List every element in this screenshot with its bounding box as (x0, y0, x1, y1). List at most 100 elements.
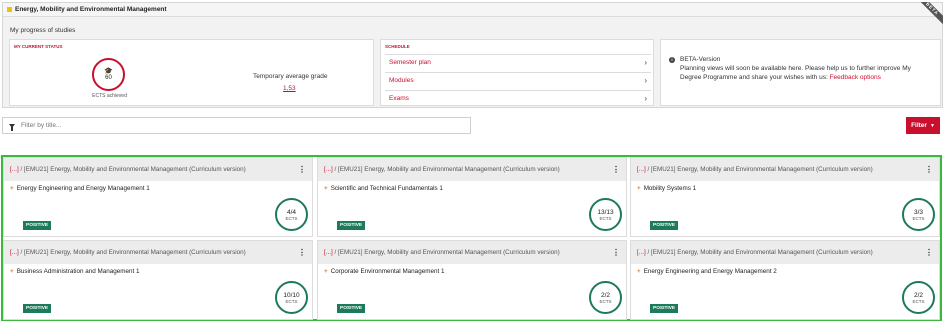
module-card[interactable]: [...] / [EMU21] Energy, Mobility and Env… (317, 157, 627, 237)
status-badge: POSITIVE (337, 304, 366, 313)
average-grade-link[interactable]: 1,53 (283, 85, 296, 92)
filter-button[interactable]: Filter ▼ (906, 117, 940, 134)
module-card-header: [...] / [EMU21] Energy, Mobility and Env… (631, 241, 939, 264)
module-curriculum: / [EMU21] Energy, Mobility and Environme… (332, 166, 560, 173)
module-path: [...] / [EMU21] Energy, Mobility and Env… (637, 166, 873, 173)
module-ects-ring: 2/2 ECTS (589, 281, 622, 314)
more-options-icon[interactable]: ⋮ (612, 248, 620, 257)
module-curriculum: / [EMU21] Energy, Mobility and Environme… (645, 249, 873, 256)
module-path-expand-link[interactable]: [...] (324, 249, 333, 256)
module-card[interactable]: [...] / [EMU21] Energy, Mobility and Env… (3, 157, 313, 237)
ects-achieved-value: 60 (105, 75, 112, 81)
graduation-cap-icon: 🎓 (104, 68, 113, 75)
status-badge: POSITIVE (650, 304, 679, 313)
module-card[interactable]: [...] / [EMU21] Energy, Mobility and Env… (630, 157, 940, 237)
more-options-icon[interactable]: ⋮ (298, 248, 306, 257)
module-title: + Mobility Systems 1 (637, 185, 696, 192)
module-path: [...] / [EMU21] Energy, Mobility and Env… (324, 249, 560, 256)
schedule-link-exams[interactable]: Exams › (385, 90, 651, 105)
plus-icon: + (324, 268, 328, 275)
module-title: + Business Administration and Management … (10, 268, 140, 275)
module-path: [...] / [EMU21] Energy, Mobility and Env… (10, 166, 246, 173)
module-path-expand-link[interactable]: [...] (10, 166, 19, 173)
filter-funnel-icon (9, 123, 15, 131)
more-options-icon[interactable]: ⋮ (925, 165, 933, 174)
more-options-icon[interactable]: ⋮ (612, 165, 620, 174)
filter-by-title-input[interactable] (21, 122, 421, 129)
caret-down-icon: ▼ (929, 122, 935, 129)
plus-icon: + (637, 185, 641, 192)
module-path-expand-link[interactable]: [...] (324, 166, 333, 173)
schedule-link-modules[interactable]: Modules › (385, 72, 651, 87)
ects-achieved-caption: ECTS achieved (92, 93, 127, 99)
module-card-header: [...] / [EMU21] Energy, Mobility and Env… (318, 241, 626, 264)
module-name: Energy Engineering and Energy Management… (643, 268, 777, 275)
panel-title-bar: Energy, Mobility and Environmental Manag… (3, 3, 942, 17)
chevron-right-icon: › (644, 93, 647, 103)
beta-ribbon: BETA (919, 2, 943, 26)
info-title: BETA-Version (680, 56, 721, 63)
module-name: Mobility Systems 1 (643, 185, 697, 192)
module-card[interactable]: [...] / [EMU21] Energy, Mobility and Env… (3, 240, 313, 320)
module-card[interactable]: [...] / [EMU21] Energy, Mobility and Env… (630, 240, 940, 320)
info-text: Planning views will soon be available he… (680, 65, 920, 82)
module-curriculum: / [EMU21] Energy, Mobility and Environme… (18, 166, 246, 173)
module-path-expand-link[interactable]: [...] (637, 166, 646, 173)
module-ects-ring: 10/10 ECTS (275, 281, 308, 314)
module-title: + Corporate Environmental Management 1 (324, 268, 444, 275)
schedule-link-semester-plan[interactable]: Semester plan › (385, 54, 651, 69)
module-ects-unit: ECTS (912, 215, 925, 221)
plus-icon: + (10, 185, 14, 192)
module-card-header: [...] / [EMU21] Energy, Mobility and Env… (4, 158, 312, 181)
status-badge: POSITIVE (337, 221, 366, 230)
more-options-icon[interactable]: ⋮ (925, 248, 933, 257)
schedule-link-label: Modules (389, 76, 414, 84)
module-ects-value: 2/2 (600, 291, 611, 299)
module-path-expand-link[interactable]: [...] (637, 249, 646, 256)
progress-heading: My progress of studies (10, 27, 76, 34)
module-curriculum: / [EMU21] Energy, Mobility and Environme… (645, 166, 873, 173)
more-options-icon[interactable]: ⋮ (298, 165, 306, 174)
module-ects-unit: ECTS (912, 298, 925, 304)
info-icon: i (669, 57, 675, 63)
module-path: [...] / [EMU21] Energy, Mobility and Env… (324, 166, 560, 173)
beta-info-card: i BETA-Version Planning views will soon … (660, 39, 941, 106)
schedule-link-label: Semester plan (389, 58, 431, 66)
module-card-header: [...] / [EMU21] Energy, Mobility and Env… (631, 158, 939, 181)
module-ects-unit: ECTS (599, 215, 612, 221)
module-ects-unit: ECTS (285, 215, 298, 221)
module-name: Business Administration and Management 1 (16, 268, 140, 275)
module-card-header: [...] / [EMU21] Energy, Mobility and Env… (4, 241, 312, 264)
module-ects-unit: ECTS (285, 298, 298, 304)
status-section-label: MY CURRENT STATUS (14, 44, 63, 49)
feedback-options-link[interactable]: Feedback options (830, 74, 881, 81)
plus-icon: + (637, 268, 641, 275)
module-title: + Energy Engineering and Energy Managemen… (637, 268, 777, 275)
module-ects-unit: ECTS (599, 298, 612, 304)
module-path-expand-link[interactable]: [...] (10, 249, 19, 256)
title-filter[interactable] (2, 117, 471, 134)
module-path: [...] / [EMU21] Energy, Mobility and Env… (10, 249, 246, 256)
status-badge: POSITIVE (650, 221, 679, 230)
ects-achieved-ring: 🎓 60 (92, 58, 125, 91)
module-name: Scientific and Technical Fundamentals 1 (330, 185, 443, 192)
module-ects-value: 4/4 (286, 208, 297, 216)
average-grade-label: Temporary average grade (253, 73, 328, 80)
plus-icon: + (10, 268, 14, 275)
module-ects-ring: 13/13 ECTS (589, 198, 622, 231)
schedule-link-label: Exams (389, 94, 409, 102)
module-title: + Scientific and Technical Fundamentals 1 (324, 185, 443, 192)
panel-marker-icon (7, 7, 12, 12)
beta-label: BETA (919, 2, 943, 26)
studies-overview-panel: Energy, Mobility and Environmental Manag… (2, 2, 943, 108)
module-path: [...] / [EMU21] Energy, Mobility and Env… (637, 249, 873, 256)
current-status-card: MY CURRENT STATUS 🎓 60 ECTS achieved Tem… (9, 39, 374, 106)
filter-button-label: Filter (911, 122, 927, 129)
chevron-right-icon: › (644, 57, 647, 67)
module-ects-value: 13/13 (597, 208, 614, 216)
chevron-right-icon: › (644, 75, 647, 85)
module-curriculum: / [EMU21] Energy, Mobility and Environme… (18, 249, 246, 256)
module-card[interactable]: [...] / [EMU21] Energy, Mobility and Env… (317, 240, 627, 320)
module-ects-value: 2/2 (913, 291, 924, 299)
plus-icon: + (324, 185, 328, 192)
